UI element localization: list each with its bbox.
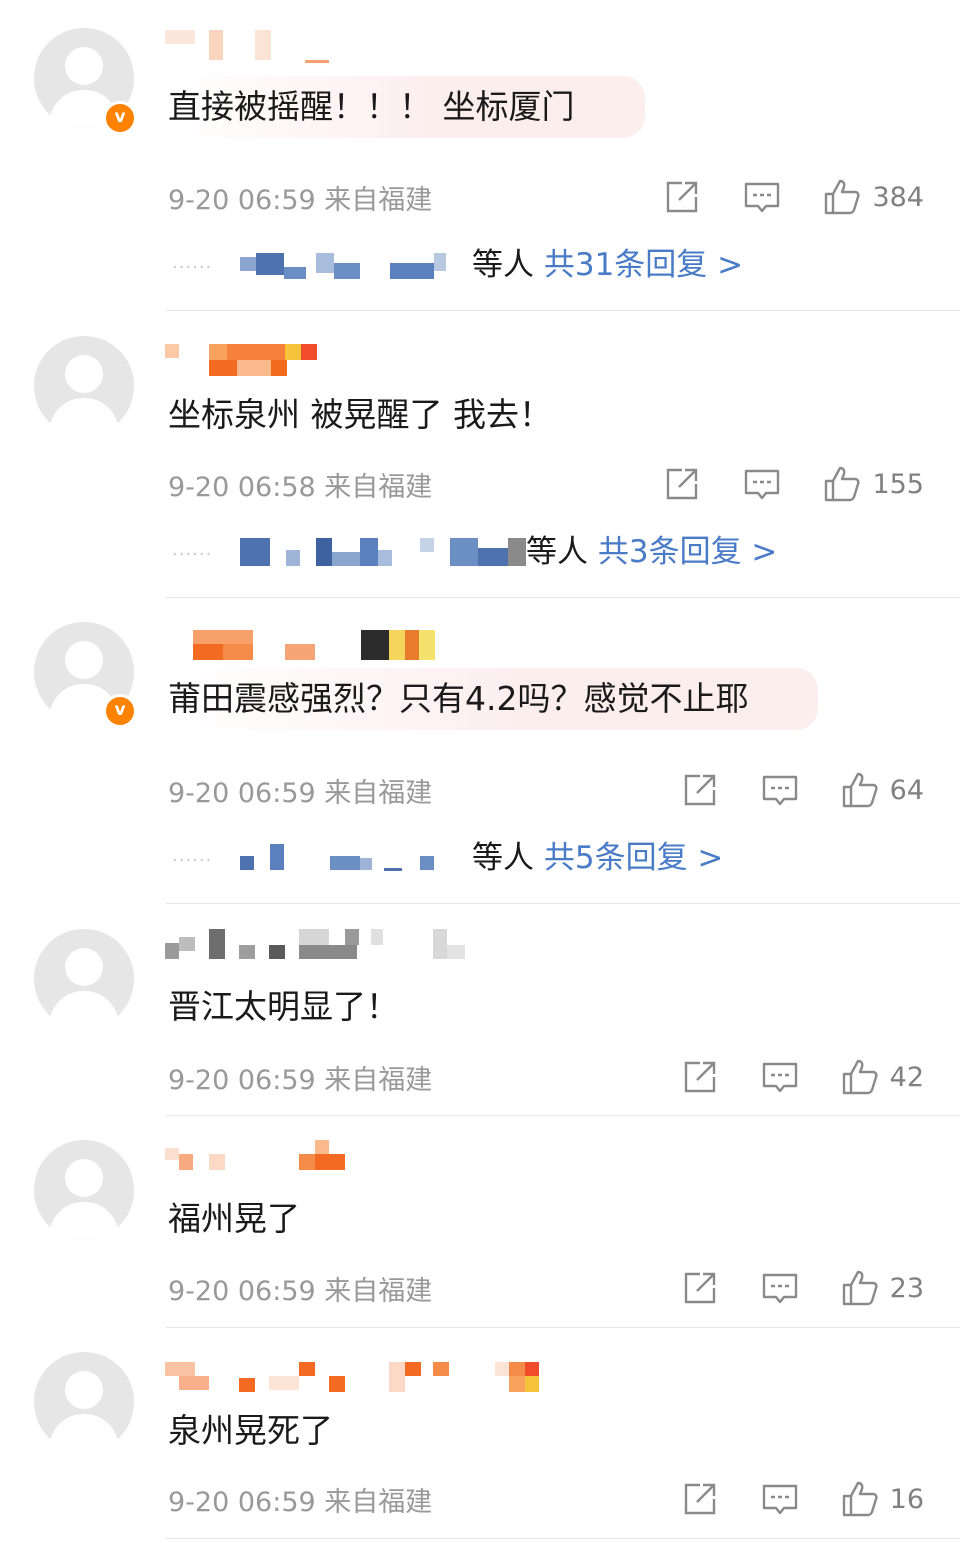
comment-time: 9-20 06:58 — [168, 472, 316, 503]
replies-suffix: 等人 — [472, 840, 534, 876]
thumbs-up-icon[interactable] — [840, 770, 880, 810]
comment-text: 直接被摇醒！！！ 坐标厦门 — [168, 76, 645, 138]
share-icon[interactable] — [662, 177, 702, 217]
view-replies-link[interactable]: 共31条回复 > — [544, 247, 743, 283]
comment-meta: 9-20 06:59 来自福建 — [168, 1269, 432, 1308]
thumbs-up-icon[interactable] — [840, 1479, 880, 1519]
share-icon[interactable] — [680, 770, 720, 810]
comment-icon[interactable] — [760, 770, 800, 810]
replies-suffix: 等人 — [526, 534, 588, 570]
view-replies-link[interactable]: 共3条回复 > — [598, 534, 778, 570]
avatar[interactable] — [34, 929, 134, 1029]
avatar[interactable] — [34, 1352, 134, 1452]
divider — [166, 903, 960, 904]
thumbs-up-icon[interactable] — [840, 1057, 880, 1097]
share-icon[interactable] — [662, 464, 702, 504]
divider — [166, 597, 960, 598]
username-blurred[interactable] — [165, 1362, 545, 1396]
comment-text: 坐标泉州 被晃醒了 我去！ — [168, 395, 552, 434]
share-icon[interactable] — [680, 1057, 720, 1097]
comment-actions: 16 — [680, 1476, 924, 1522]
comment-actions: 23 — [680, 1265, 924, 1311]
username-blurred[interactable] — [165, 1140, 365, 1174]
comment-actions: 42 — [680, 1054, 924, 1100]
comment-time: 9-20 06:59 — [168, 1487, 316, 1518]
comment-text: 福州晃了 — [168, 1199, 300, 1238]
username-blurred[interactable] — [165, 929, 475, 963]
divider — [166, 310, 960, 311]
like-count: 42 — [889, 1061, 924, 1093]
comment-actions: 384 — [662, 174, 924, 220]
replies-preview[interactable]: ······ 等人 共31条回复 > — [172, 243, 772, 287]
share-icon[interactable] — [680, 1479, 720, 1519]
like-count: 23 — [889, 1272, 924, 1304]
default-avatar-icon — [34, 1140, 134, 1240]
comment-source: 来自福建 — [324, 185, 433, 216]
verified-badge-icon: v — [103, 101, 137, 135]
comment-icon[interactable] — [760, 1479, 800, 1519]
replies-preview[interactable]: ······ 等人 共5条回复 > — [172, 836, 792, 880]
like-count: 384 — [872, 181, 924, 213]
comment-icon[interactable] — [760, 1057, 800, 1097]
ellipsis: ······ — [172, 850, 213, 871]
comment-source: 来自福建 — [324, 1276, 433, 1307]
comment-actions: 64 — [680, 767, 924, 813]
comment-meta: 9-20 06:59 来自福建 — [168, 771, 432, 810]
thumbs-up-icon[interactable] — [822, 177, 862, 217]
divider — [166, 1327, 960, 1328]
comment-source: 来自福建 — [324, 778, 433, 809]
replies-preview[interactable]: ······ 等人 共3条回复 > — [172, 530, 822, 574]
like-count: 64 — [889, 774, 924, 806]
comment-icon[interactable] — [760, 1268, 800, 1308]
comment-meta: 9-20 06:59 来自福建 — [168, 1058, 432, 1097]
comment-text: 莆田震感强烈？只有4.2吗？感觉不止耶 — [168, 668, 819, 730]
ellipsis: ······ — [172, 544, 213, 565]
username-blurred[interactable] — [165, 630, 445, 664]
divider — [166, 1538, 960, 1539]
thumbs-up-icon[interactable] — [822, 464, 862, 504]
divider — [166, 1115, 960, 1116]
like-count: 155 — [872, 468, 924, 500]
comment-icon[interactable] — [742, 177, 782, 217]
comment-meta: 9-20 06:58 来自福建 — [168, 465, 432, 504]
thumbs-up-icon[interactable] — [840, 1268, 880, 1308]
view-replies-link[interactable]: 共5条回复 > — [544, 840, 724, 876]
default-avatar-icon — [34, 336, 134, 436]
comment-text: 晋江太明显了！ — [168, 987, 399, 1026]
comment-meta: 9-20 06:59 来自福建 — [168, 178, 432, 217]
avatar[interactable] — [34, 336, 134, 436]
comment-time: 9-20 06:59 — [168, 185, 316, 216]
comment-time: 9-20 06:59 — [168, 1276, 316, 1307]
default-avatar-icon — [34, 929, 134, 1029]
comment-source: 来自福建 — [324, 1065, 433, 1096]
comment-text: 泉州晃死了 — [168, 1411, 333, 1450]
ellipsis: ······ — [172, 257, 213, 278]
comment-icon[interactable] — [742, 464, 782, 504]
default-avatar-icon — [34, 1352, 134, 1452]
username-blurred[interactable] — [165, 30, 345, 64]
username-blurred[interactable] — [165, 344, 335, 378]
comment-actions: 155 — [662, 461, 924, 507]
comment-source: 来自福建 — [324, 472, 433, 503]
like-count: 16 — [889, 1483, 924, 1515]
avatar[interactable] — [34, 1140, 134, 1240]
comment-source: 来自福建 — [324, 1487, 433, 1518]
comment-meta: 9-20 06:59 来自福建 — [168, 1480, 432, 1519]
comment-time: 9-20 06:59 — [168, 778, 316, 809]
share-icon[interactable] — [680, 1268, 720, 1308]
replies-suffix: 等人 — [472, 247, 534, 283]
comment-time: 9-20 06:59 — [168, 1065, 316, 1096]
verified-badge-icon: v — [103, 694, 137, 728]
